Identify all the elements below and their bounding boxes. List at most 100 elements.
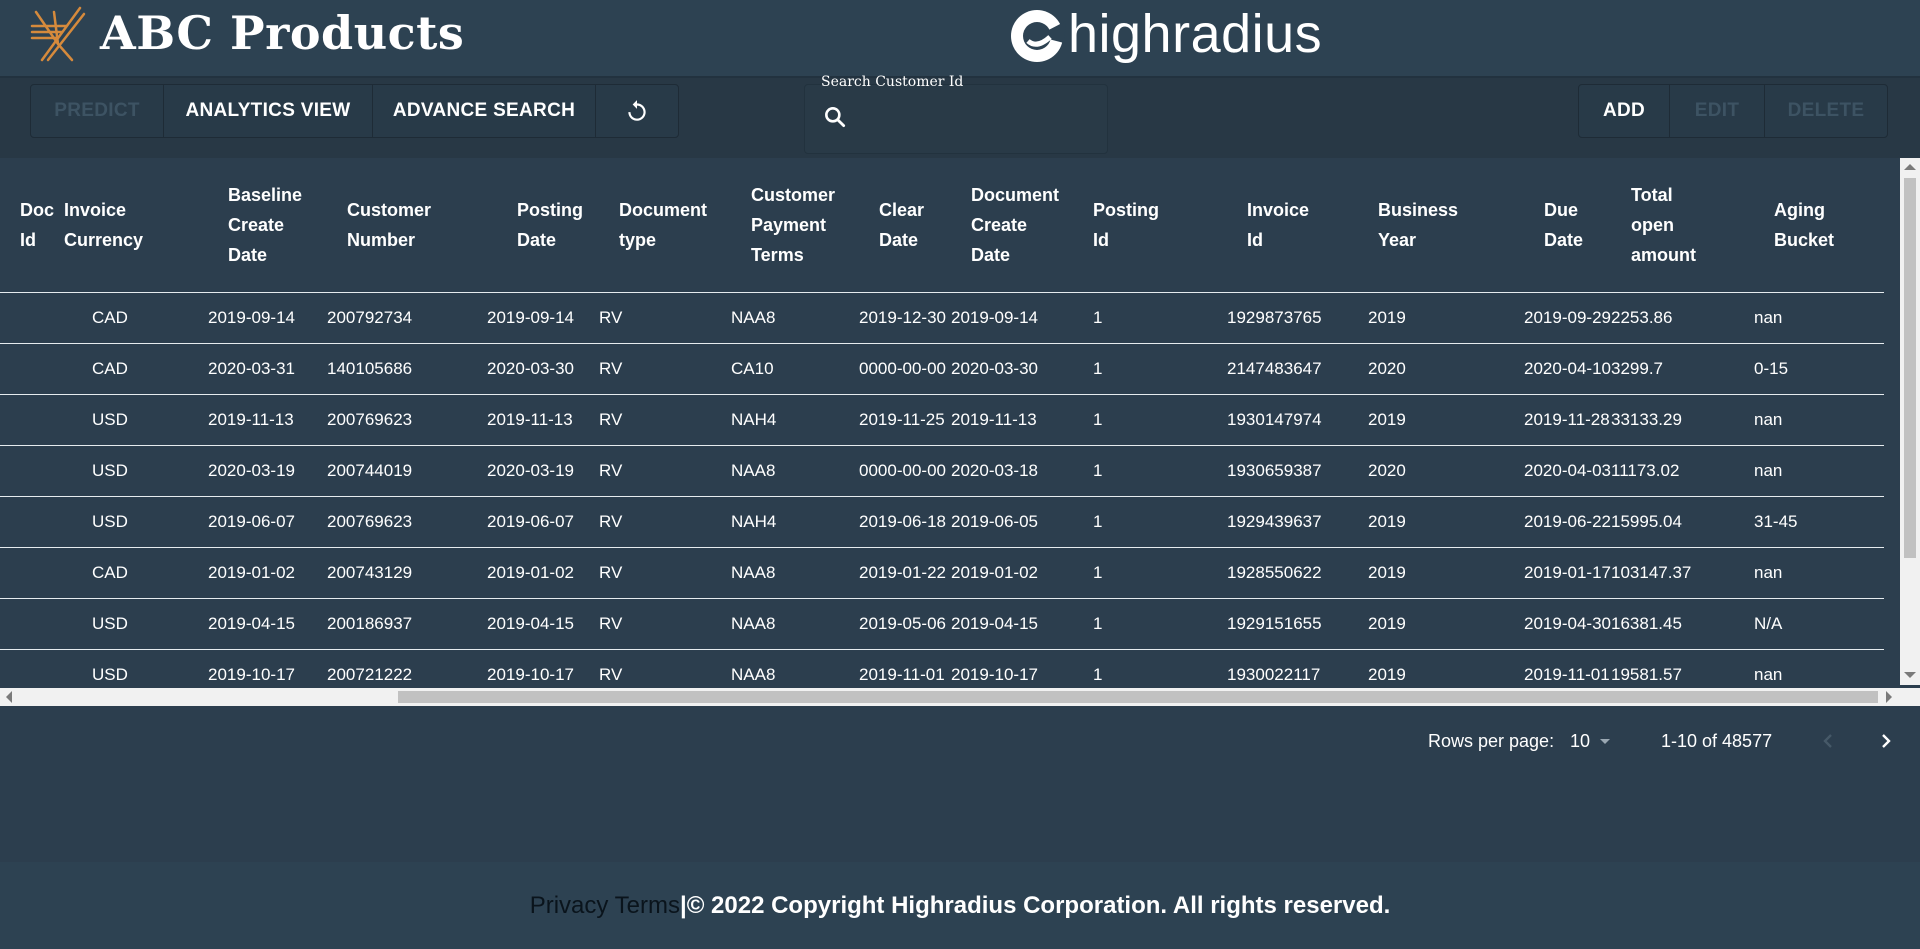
table-cell: 2019 [1368, 547, 1525, 599]
predict-button[interactable]: PREDICT [31, 85, 164, 137]
table-row[interactable]: USD 2020-03-19 200744019 2020-03-19 RV NAA8 00… [0, 445, 1885, 497]
table-cell: 2019-11-01 [1524, 649, 1612, 688]
column-header[interactable]: Doc Id [0, 158, 54, 293]
column-header-line: Date [879, 230, 919, 250]
delete-button[interactable]: DELETE [1765, 85, 1887, 137]
table-cell: CAD [54, 292, 209, 344]
scroll-up-arrow-icon[interactable] [1904, 164, 1916, 170]
right-action-group: ADD EDIT DELETE [1578, 84, 1888, 138]
table-cell: 2020-03-30 [487, 343, 600, 395]
table-row[interactable]: CAD 2019-01-02 200743129 2019-01-02 RV NAA8 20… [0, 547, 1885, 599]
column-header-line: Terms [751, 245, 804, 265]
column-header-line: Year [1378, 230, 1417, 250]
table-cell: 103147.37 [1611, 547, 1755, 599]
table-cell: 2020-04-03 [1524, 445, 1612, 497]
column-header-line: Aging [1774, 200, 1826, 220]
add-button[interactable]: ADD [1579, 85, 1670, 137]
table-cell: 2020-03-31 [208, 343, 328, 395]
table-cell: 2019-06-18 [859, 496, 952, 548]
scroll-right-arrow-icon[interactable] [1886, 691, 1892, 703]
table-cell: CAD [54, 343, 209, 395]
edit-button[interactable]: EDIT [1670, 85, 1765, 137]
analytics-view-button[interactable]: ANALYTICS VIEW [164, 85, 373, 137]
refresh-icon [628, 100, 646, 121]
table-cell: 2019-11-13 [208, 394, 328, 446]
column-header[interactable]: Clear Date [859, 158, 951, 293]
table-cell: 1 [1083, 292, 1228, 344]
rows-per-page-select[interactable]: 10 [1570, 726, 1612, 756]
column-header-line: Date [228, 245, 268, 265]
horizontal-scrollbar[interactable] [0, 688, 1900, 706]
column-header-line: Date [971, 245, 1011, 265]
table-cell: nan [1754, 292, 1885, 344]
column-header[interactable]: Posting Date [487, 158, 599, 293]
table-row[interactable]: CAD 2020-03-31 140105686 2020-03-30 RV CA10 00… [0, 343, 1885, 395]
column-header[interactable]: Aging Bucket [1754, 158, 1884, 293]
table-cell: 2019-11-25 [859, 394, 952, 446]
table-cell: 2019-06-22 [1524, 496, 1612, 548]
table-cell: 0-15 [1754, 343, 1885, 395]
pagination-range: 1-10 of 48577 [1661, 730, 1773, 751]
table-row[interactable]: USD 2019-11-13 200769623 2019-11-13 RV NAH4 20… [0, 394, 1885, 446]
table-row[interactable]: USD 2019-06-07 200769623 2019-06-07 RV NAH4 20… [0, 496, 1885, 548]
previous-page-button[interactable] [1818, 726, 1838, 756]
table-cell: 200743129 [327, 547, 488, 599]
search-customer-id-input[interactable] [856, 100, 1100, 136]
table-cell: 2019-04-30 [1524, 598, 1612, 650]
column-header-line: Clear [879, 200, 925, 220]
table-cell: NAA8 [731, 292, 860, 344]
rows-per-page-value: 10 [1570, 730, 1591, 751]
column-header-line: Invoice [1247, 200, 1310, 220]
horizontal-scroll-thumb[interactable] [398, 691, 1878, 703]
table-cell: 1 [1083, 343, 1228, 395]
highradius-logo: highradius [1006, 2, 1322, 66]
table-cell: 2019-06-07 [487, 496, 600, 548]
column-header-line: open [1631, 215, 1675, 235]
column-header[interactable]: Document type [599, 158, 731, 293]
table-body: CAD 2019-09-14 200792734 2019-09-14 RV NAA8 20… [0, 292, 1885, 688]
column-header-line: Payment [751, 215, 827, 235]
table-cell: N/A [1754, 598, 1885, 650]
privacy-terms-link[interactable]: Privacy Terms [530, 892, 680, 920]
column-header[interactable]: Document Create Date [951, 158, 1083, 293]
table-cell: 0000-00-00 [859, 445, 952, 497]
column-header[interactable]: Customer Payment Terms [731, 158, 859, 293]
column-header[interactable]: Invoice Currency [54, 158, 208, 293]
table-cell: NAA8 [731, 445, 860, 497]
table-cell: RV [599, 292, 732, 344]
advance-search-button[interactable]: ADVANCE SEARCH [373, 85, 596, 137]
table-row[interactable]: USD 2019-10-17 200721222 2019-10-17 RV NAA8 20… [0, 649, 1885, 688]
column-header-line: Bucket [1774, 230, 1835, 250]
table-cell: 2253.86 [1611, 292, 1755, 344]
column-header-line: Customer [347, 200, 432, 220]
refresh-button[interactable] [596, 85, 678, 137]
column-header[interactable]: Baseline Create Date [208, 158, 327, 293]
column-header[interactable]: Total open amount [1611, 158, 1754, 293]
column-header-line: Doc [20, 200, 55, 220]
column-header-line: Customer [751, 185, 836, 205]
table-cell [0, 649, 55, 688]
table-cell: 2019-05-06 [859, 598, 952, 650]
chevron-right-icon [1882, 734, 1891, 748]
table-cell: 2019-06-07 [208, 496, 328, 548]
next-page-button[interactable] [1876, 726, 1896, 756]
table-row[interactable]: CAD 2019-09-14 200792734 2019-09-14 RV NAA8 20… [0, 292, 1885, 344]
table-cell: 2019 [1368, 598, 1525, 650]
table-row[interactable]: USD 2019-04-15 200186937 2019-04-15 RV NAA8 20… [0, 598, 1885, 650]
column-header[interactable]: Invoice Id [1227, 158, 1368, 293]
scroll-left-arrow-icon[interactable] [6, 691, 12, 703]
table-cell: USD [54, 598, 209, 650]
scroll-down-arrow-icon[interactable] [1904, 672, 1916, 678]
column-header[interactable]: Customer Number [327, 158, 487, 293]
left-action-group: PREDICT ANALYTICS VIEW ADVANCE SEARCH [30, 84, 679, 138]
vertical-scrollbar[interactable] [1900, 158, 1920, 685]
table-cell: 11173.02 [1611, 445, 1755, 497]
table-cell: 1929873765 [1227, 292, 1369, 344]
column-header[interactable]: Business Year [1368, 158, 1524, 293]
column-header[interactable]: Due Date [1524, 158, 1611, 293]
vertical-scroll-thumb[interactable] [1904, 178, 1916, 558]
table-cell: 1930022117 [1227, 649, 1369, 688]
highradius-wordmark: highradius [1068, 4, 1323, 64]
column-header[interactable]: Posting Id [1083, 158, 1227, 293]
chevron-left-icon [1823, 734, 1832, 748]
